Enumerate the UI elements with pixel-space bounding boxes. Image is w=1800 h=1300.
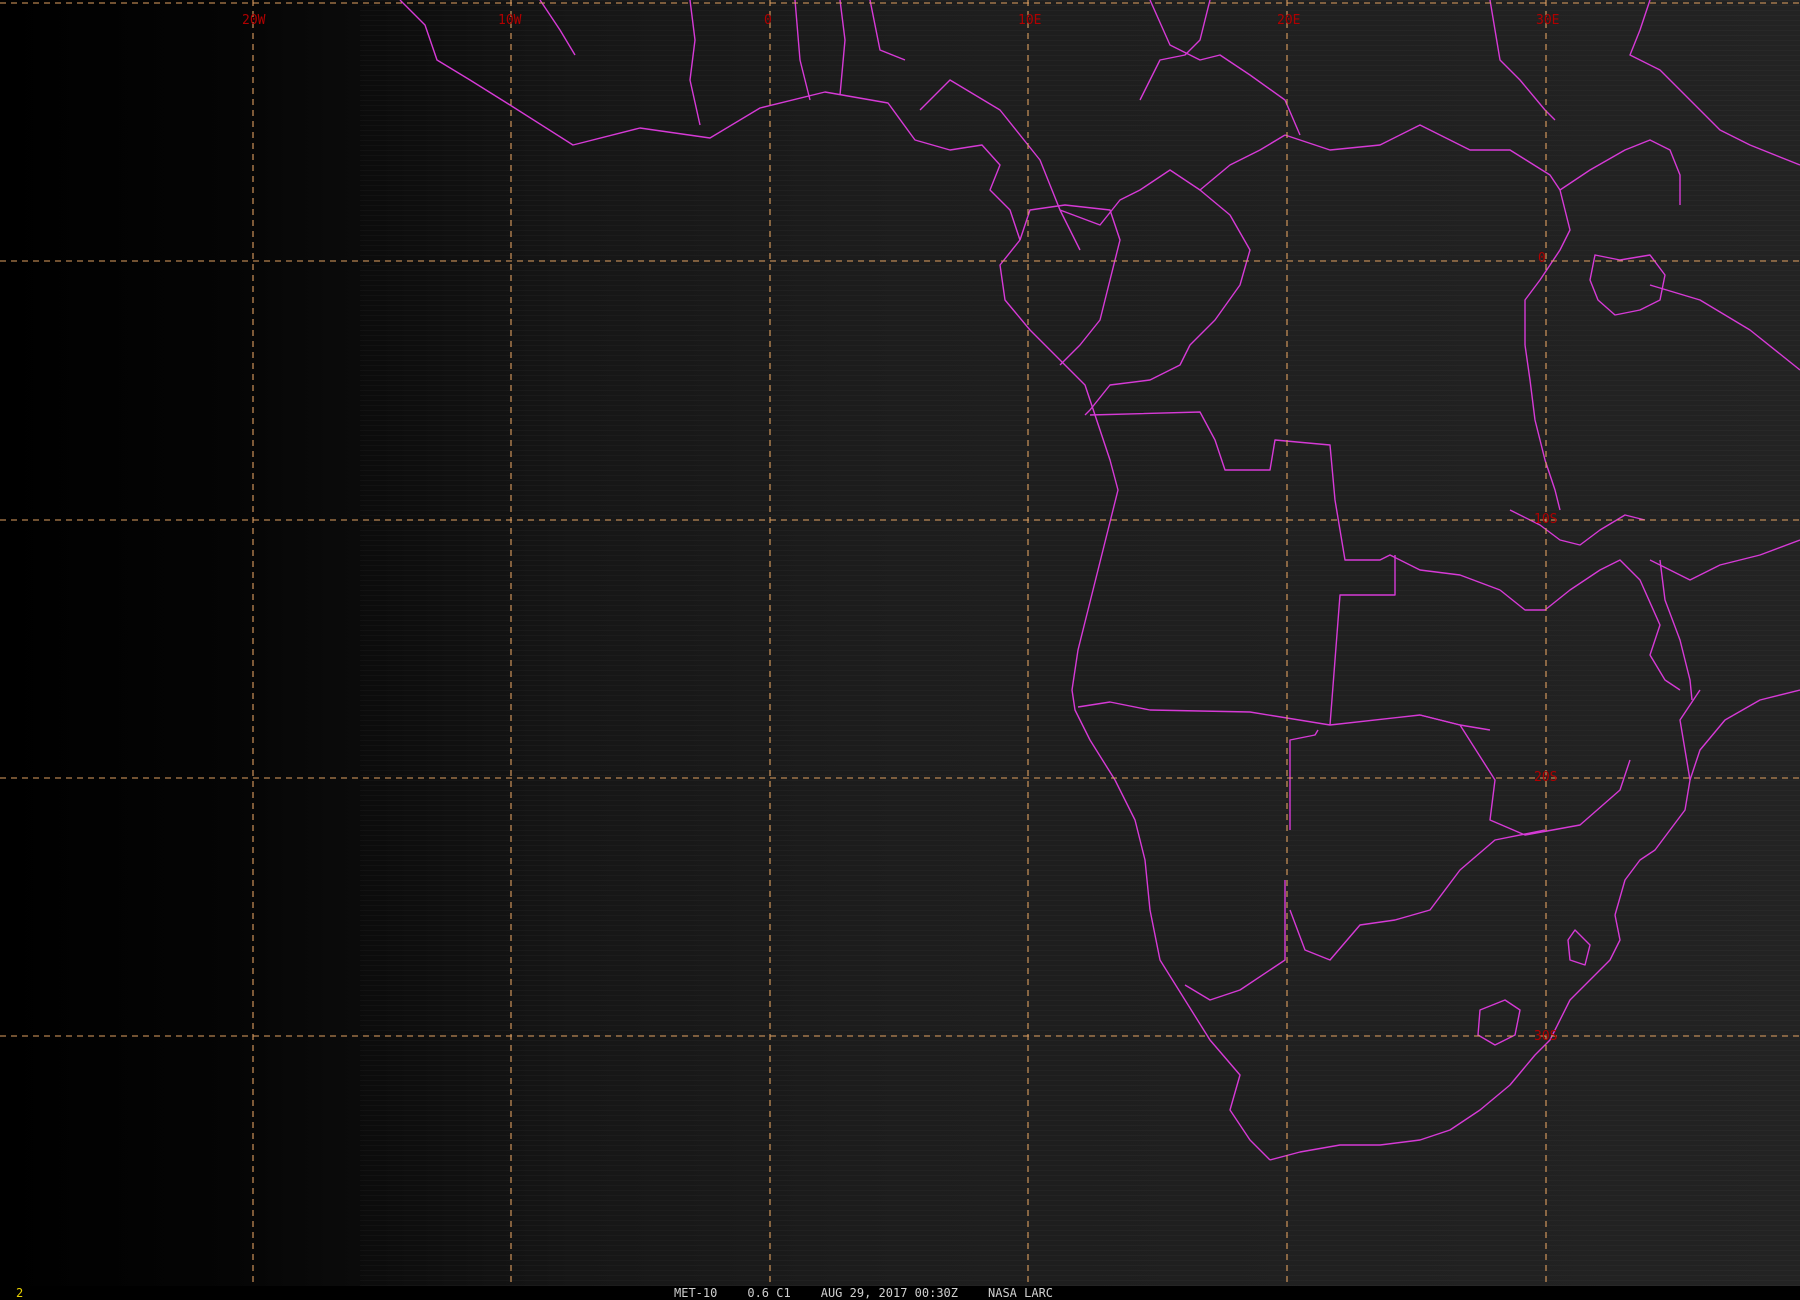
lon-label-30e: 30E xyxy=(1536,13,1559,28)
image-caption: MET-10 0.6 C1 AUG 29, 2017 00:30Z NASA LARC xyxy=(674,1286,1083,1300)
channel-label: 0.6 C1 xyxy=(747,1286,791,1300)
lon-label-10e: 10E xyxy=(1018,13,1041,28)
lat-label-0: 0 xyxy=(1538,251,1546,266)
satellite-image-viewer[interactable]: 20W 10W 0 10E 20E 30E 0 10S 20S 30S 2 ME… xyxy=(0,0,1800,1300)
lon-label-0: 0 xyxy=(764,13,772,28)
satellite-image: 20W 10W 0 10E 20E 30E 0 10S 20S 30S xyxy=(0,0,1800,1286)
credit-label: NASA LARC xyxy=(988,1286,1054,1300)
lon-label-20e: 20E xyxy=(1277,13,1300,28)
lat-label-30s: 30S xyxy=(1534,1029,1557,1044)
lat-label-20s: 20S xyxy=(1534,770,1557,785)
lon-label-20w: 20W xyxy=(242,13,266,28)
lat-label-10s: 10S xyxy=(1534,512,1557,527)
lon-label-10w: 10W xyxy=(498,13,522,28)
image-caption-bar: 2 MET-10 0.6 C1 AUG 29, 2017 00:30Z NASA LA… xyxy=(0,1286,1800,1300)
frame-number: 2 xyxy=(16,1286,24,1300)
datetime-label: AUG 29, 2017 00:30Z xyxy=(820,1286,958,1300)
satellite-name: MET-10 xyxy=(674,1286,718,1300)
